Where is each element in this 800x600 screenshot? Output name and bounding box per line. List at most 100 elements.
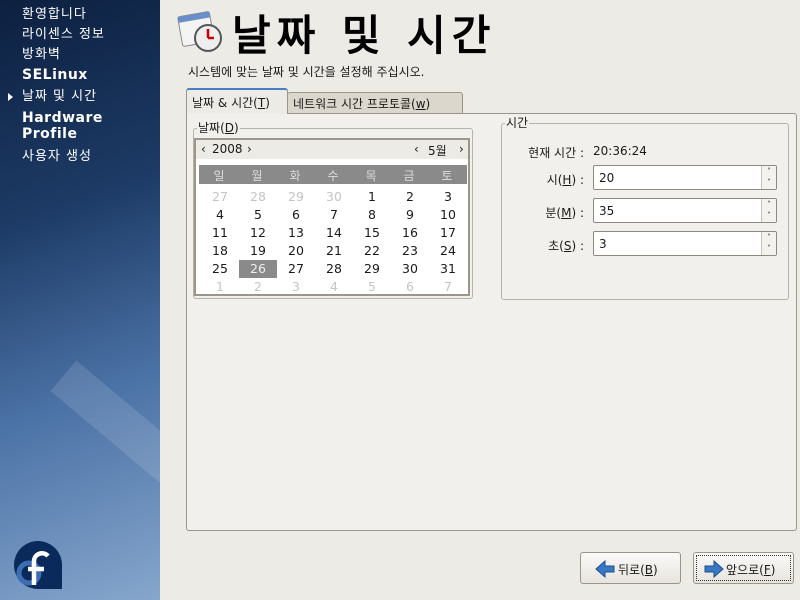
- time-spinbox[interactable]: 3 ˄ ˅: [593, 231, 777, 256]
- weekday-label: 수: [327, 169, 339, 183]
- calendar-day[interactable]: 27: [277, 260, 315, 278]
- time-spinbox[interactable]: 20 ˄ ˅: [593, 165, 777, 190]
- back-button[interactable]: 뒤로(B): [580, 552, 681, 584]
- date-frame-label: 날짜(D): [197, 121, 240, 135]
- fedora-logo-icon: [14, 541, 62, 589]
- page-title: 날짜 및 시간: [232, 11, 497, 60]
- calendar-day[interactable]: 28: [315, 260, 353, 278]
- calendar-day[interactable]: 4: [315, 278, 353, 296]
- calendar-day[interactable]: 2: [391, 188, 429, 206]
- current-time-label: 현재 시간 :: [528, 146, 584, 160]
- spin-up-icon[interactable]: ˄: [762, 166, 776, 177]
- weekday-label: 화: [289, 169, 301, 183]
- spin-down-icon[interactable]: ˅: [762, 243, 776, 254]
- calendar-day[interactable]: 6: [391, 278, 429, 296]
- next-month-button[interactable]: ›: [459, 142, 464, 156]
- forward-button[interactable]: 앞으로(F): [693, 552, 794, 584]
- calendar-day[interactable]: 13: [277, 224, 315, 242]
- back-button-label: 뒤로(B): [618, 563, 658, 577]
- calendar-day[interactable]: 12: [239, 224, 277, 242]
- calendar-header: ‹ 2008 › ‹ 5월 ›: [196, 140, 468, 159]
- calendar-day[interactable]: 22: [353, 242, 391, 260]
- calendar-day[interactable]: 19: [239, 242, 277, 260]
- page-subtitle: 시스템에 맞는 날짜 및 시간을 설정해 주십시오.: [188, 65, 425, 79]
- sidebar-item-date-time: 날짜 및 시간: [22, 89, 98, 104]
- calendar-day[interactable]: 7: [315, 206, 353, 224]
- calendar-day[interactable]: 30: [391, 260, 429, 278]
- calendar-day[interactable]: 17: [429, 224, 467, 242]
- calendar-day[interactable]: 16: [391, 224, 429, 242]
- spinbox-value[interactable]: 3: [599, 237, 607, 251]
- arrow-right-icon: [704, 559, 724, 579]
- calendar[interactable]: ‹ 2008 › ‹ 5월 › 일월화수목금토 27 28 29 30 1 2 3 4 5 6 7 8…: [194, 138, 470, 296]
- calendar-day[interactable]: 3: [277, 278, 315, 296]
- arrow-left-icon: [595, 559, 615, 579]
- calendar-day[interactable]: 31: [429, 260, 467, 278]
- spin-up-icon[interactable]: ˄: [762, 232, 776, 243]
- sidebar-item-firewall: 방화벽: [22, 47, 61, 62]
- calendar-day[interactable]: 4: [201, 206, 239, 224]
- calendar-day[interactable]: 21: [315, 242, 353, 260]
- current-step-arrow-icon: [8, 93, 13, 101]
- calendar-day[interactable]: 23: [391, 242, 429, 260]
- spin-buttons[interactable]: ˄ ˅: [761, 199, 776, 222]
- calendar-day[interactable]: 1: [353, 188, 391, 206]
- spin-down-icon[interactable]: ˅: [762, 177, 776, 188]
- calendar-day[interactable]: 25: [201, 260, 239, 278]
- calendar-day[interactable]: 26: [239, 260, 277, 278]
- calendar-day[interactable]: 2: [239, 278, 277, 296]
- prev-year-button[interactable]: ‹: [201, 142, 206, 156]
- calendar-day[interactable]: 8: [353, 206, 391, 224]
- month-label: 5월: [428, 144, 447, 158]
- sidebar-item-selinux: SELinux: [22, 67, 88, 83]
- sidebar-item-create-user: 사용자 생성: [22, 149, 92, 164]
- calendar-day[interactable]: 1: [201, 278, 239, 296]
- calendar-day[interactable]: 30: [315, 188, 353, 206]
- spin-buttons[interactable]: ˄ ˅: [761, 232, 776, 255]
- calendar-day[interactable]: 5: [239, 206, 277, 224]
- calendar-day[interactable]: 5: [353, 278, 391, 296]
- calendar-day[interactable]: 29: [353, 260, 391, 278]
- spin-down-icon[interactable]: ˅: [762, 210, 776, 221]
- spinbox-value[interactable]: 20: [599, 171, 614, 185]
- year-label: 2008: [212, 142, 243, 156]
- prev-month-button[interactable]: ‹: [414, 142, 419, 156]
- tab-date-time[interactable]: 날짜 & 시간(T): [186, 88, 288, 114]
- calendar-day[interactable]: 9: [391, 206, 429, 224]
- calendar-day[interactable]: 10: [429, 206, 467, 224]
- calendar-day[interactable]: 29: [277, 188, 315, 206]
- tab-label-end: ): [265, 96, 270, 110]
- time-field-label: 초(S) :: [548, 239, 584, 253]
- calendar-day[interactable]: 7: [429, 278, 467, 296]
- weekday-label: 일: [213, 169, 225, 183]
- spinbox-value[interactable]: 35: [599, 204, 614, 218]
- spin-buttons[interactable]: ˄ ˅: [761, 166, 776, 189]
- calendar-day[interactable]: 28: [239, 188, 277, 206]
- weekday-label: 토: [441, 169, 453, 183]
- calendar-day[interactable]: 11: [201, 224, 239, 242]
- weekday-label: 목: [365, 169, 377, 183]
- calendar-clock-icon: [177, 11, 222, 52]
- tab-ntp[interactable]: 네트워크 시간 프로토콜(w): [287, 92, 463, 113]
- calendar-day[interactable]: 3: [429, 188, 467, 206]
- sidebar-item-hardware-profile: Hardware Profile: [22, 110, 103, 142]
- calendar-day[interactable]: 24: [429, 242, 467, 260]
- time-field-label: 시(H) :: [546, 173, 584, 187]
- time-frame-label: 시간: [505, 116, 530, 130]
- tab-label-end: ): [425, 97, 431, 111]
- calendar-day[interactable]: 18: [201, 242, 239, 260]
- spin-up-icon[interactable]: ˄: [762, 199, 776, 210]
- sidebar-item-license: 라이센스 정보: [22, 27, 105, 42]
- calendar-day[interactable]: 20: [277, 242, 315, 260]
- sidebar: 환영합니다 라이센스 정보 방화벽 SELinux 날짜 및 시간 Hardwa…: [0, 0, 160, 600]
- next-year-button[interactable]: ›: [247, 142, 252, 156]
- calendar-day[interactable]: 6: [277, 206, 315, 224]
- calendar-day[interactable]: 15: [353, 224, 391, 242]
- current-time-value: 20:36:24: [593, 144, 647, 158]
- calendar-day[interactable]: 14: [315, 224, 353, 242]
- sidebar-item-welcome: 환영합니다: [22, 7, 87, 22]
- tab-mnemonic: w: [415, 97, 426, 111]
- calendar-day[interactable]: 27: [201, 188, 239, 206]
- weekday-label: 금: [403, 169, 415, 183]
- time-spinbox[interactable]: 35 ˄ ˅: [593, 198, 777, 223]
